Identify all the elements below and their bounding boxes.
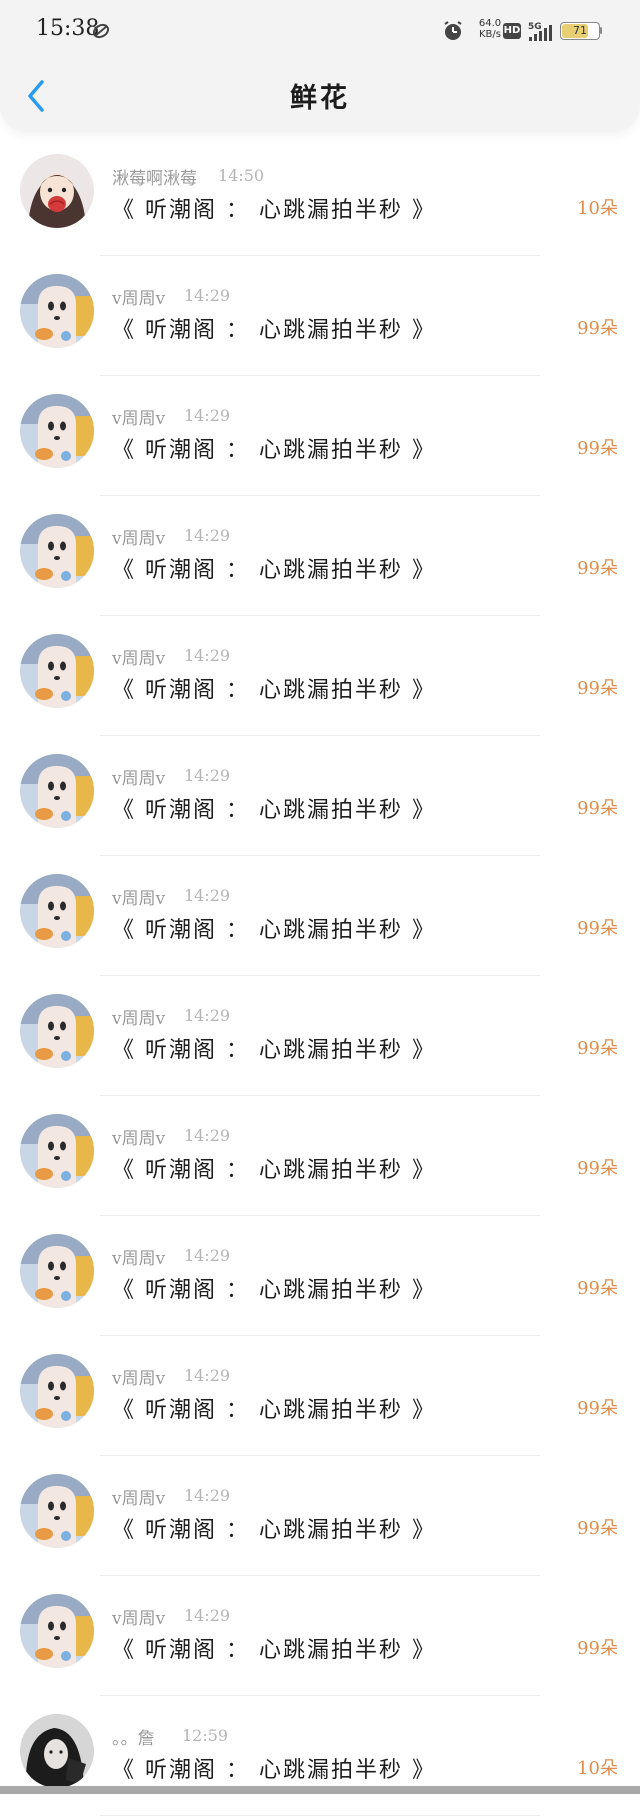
avatar[interactable] xyxy=(20,994,94,1068)
flower-count: 99朵 xyxy=(577,1158,618,1179)
room-name: 《 听潮阁 ： 心跳漏拍半秒 》 xyxy=(112,558,436,583)
sender-name: v周周v xyxy=(112,289,166,309)
flower-count: 99朵 xyxy=(577,1518,618,1539)
status-bar: 15:38 64.0 KB/s HD 5G 71 xyxy=(0,0,640,60)
gift-time: 14:29 xyxy=(184,1486,231,1505)
gift-record-row[interactable]: v周周v 14:29 《 听潮阁 ： 心跳漏拍半秒 》 99朵 xyxy=(0,1456,640,1576)
sender-name: v周周v xyxy=(112,1249,166,1269)
flower-count: 10朵 xyxy=(577,1758,618,1779)
gift-record-list: 湫莓啊湫莓 14:50 《 听潮阁 ： 心跳漏拍半秒 》 10朵 v周周v 14:29 《 … xyxy=(0,136,640,1816)
avatar[interactable] xyxy=(20,1474,94,1548)
sender-name: v周周v xyxy=(112,1369,166,1389)
flower-count: 99朵 xyxy=(577,1398,618,1419)
sender-name: v周周v xyxy=(112,1129,166,1149)
room-name: 《 听潮阁 ： 心跳漏拍半秒 》 xyxy=(112,1158,436,1183)
flower-count: 99朵 xyxy=(577,918,618,939)
battery-icon: 71 xyxy=(560,22,602,40)
gift-time: 14:29 xyxy=(184,646,231,665)
avatar[interactable] xyxy=(20,274,94,348)
room-name: 《 听潮阁 ： 心跳漏拍半秒 》 xyxy=(112,798,436,823)
gift-record-row[interactable]: 湫莓啊湫莓 14:50 《 听潮阁 ： 心跳漏拍半秒 》 10朵 xyxy=(0,136,640,256)
gift-record-row[interactable]: v周周v 14:29 《 听潮阁 ： 心跳漏拍半秒 》 99朵 xyxy=(0,1576,640,1696)
room-name: 《 听潮阁 ： 心跳漏拍半秒 》 xyxy=(112,678,436,703)
sender-name: 湫莓啊湫莓 xyxy=(112,169,197,189)
gift-time: 14:29 xyxy=(184,1126,231,1145)
gift-time: 14:29 xyxy=(184,286,231,305)
gift-time: 14:29 xyxy=(184,526,231,545)
battery-level: 71 xyxy=(573,24,587,37)
gift-record-row[interactable]: v周周v 14:29 《 听潮阁 ： 心跳漏拍半秒 》 99朵 xyxy=(0,376,640,496)
avatar[interactable] xyxy=(20,1234,94,1308)
sender-name: 。。詹 xyxy=(112,1729,155,1749)
gift-record-row[interactable]: v周周v 14:29 《 听潮阁 ： 心跳漏拍半秒 》 99朵 xyxy=(0,736,640,856)
gift-time: 12:59 xyxy=(182,1726,229,1745)
gift-time: 14:29 xyxy=(184,1366,231,1385)
flower-count: 99朵 xyxy=(577,438,618,459)
room-name: 《 听潮阁 ： 心跳漏拍半秒 》 xyxy=(112,1638,436,1663)
room-name: 《 听潮阁 ： 心跳漏拍半秒 》 xyxy=(112,438,436,463)
sender-name: v周周v xyxy=(112,769,166,789)
gift-record-row[interactable]: v周周v 14:29 《 听潮阁 ： 心跳漏拍半秒 》 99朵 xyxy=(0,256,640,376)
gift-record-row[interactable]: v周周v 14:29 《 听潮阁 ： 心跳漏拍半秒 》 99朵 xyxy=(0,1096,640,1216)
avatar[interactable] xyxy=(20,874,94,948)
signal-icon: 5G xyxy=(528,22,552,41)
avatar[interactable] xyxy=(20,754,94,828)
hd-icon: HD xyxy=(503,23,521,39)
sync-icon xyxy=(92,23,110,39)
room-name: 《 听潮阁 ： 心跳漏拍半秒 》 xyxy=(112,1398,436,1423)
avatar[interactable] xyxy=(20,154,94,228)
avatar[interactable] xyxy=(20,1594,94,1668)
room-name: 《 听潮阁 ： 心跳漏拍半秒 》 xyxy=(112,198,436,223)
top-header-panel: 15:38 64.0 KB/s HD 5G 71 鲜花 xyxy=(0,0,640,132)
gift-record-row[interactable]: v周周v 14:29 《 听潮阁 ： 心跳漏拍半秒 》 99朵 xyxy=(0,616,640,736)
avatar[interactable] xyxy=(20,394,94,468)
avatar[interactable] xyxy=(20,1354,94,1428)
flower-count: 99朵 xyxy=(577,678,618,699)
sender-name: v周周v xyxy=(112,529,166,549)
avatar[interactable] xyxy=(20,1714,94,1788)
sender-name: v周周v xyxy=(112,889,166,909)
gift-time: 14:29 xyxy=(184,1246,231,1265)
gift-time: 14:29 xyxy=(184,406,231,425)
gift-time: 14:29 xyxy=(184,1006,231,1025)
flower-count: 99朵 xyxy=(577,1638,618,1659)
gift-time: 14:50 xyxy=(218,166,265,185)
flower-count: 99朵 xyxy=(577,558,618,579)
room-name: 《 听潮阁 ： 心跳漏拍半秒 》 xyxy=(112,318,436,343)
gift-time: 14:29 xyxy=(184,886,231,905)
status-time: 15:38 xyxy=(36,16,100,41)
gift-time: 14:29 xyxy=(184,1606,231,1625)
room-name: 《 听潮阁 ： 心跳漏拍半秒 》 xyxy=(112,1278,436,1303)
gift-record-row[interactable]: v周周v 14:29 《 听潮阁 ： 心跳漏拍半秒 》 99朵 xyxy=(0,976,640,1096)
flower-count: 99朵 xyxy=(577,318,618,339)
room-name: 《 听潮阁 ： 心跳漏拍半秒 》 xyxy=(112,1518,436,1543)
sender-name: v周周v xyxy=(112,1489,166,1509)
flower-count: 99朵 xyxy=(577,1278,618,1299)
room-name: 《 听潮阁 ： 心跳漏拍半秒 》 xyxy=(112,918,436,943)
sender-name: v周周v xyxy=(112,1609,166,1629)
sender-name: v周周v xyxy=(112,1009,166,1029)
gift-record-row[interactable]: v周周v 14:29 《 听潮阁 ： 心跳漏拍半秒 》 99朵 xyxy=(0,1336,640,1456)
network-label: 5G xyxy=(528,22,542,32)
gift-record-row[interactable]: v周周v 14:29 《 听潮阁 ： 心跳漏拍半秒 》 99朵 xyxy=(0,856,640,976)
avatar[interactable] xyxy=(20,1114,94,1188)
room-name: 《 听潮阁 ： 心跳漏拍半秒 》 xyxy=(112,1038,436,1063)
gift-record-row[interactable]: v周周v 14:29 《 听潮阁 ： 心跳漏拍半秒 》 99朵 xyxy=(0,1216,640,1336)
gift-time: 14:29 xyxy=(184,766,231,785)
avatar[interactable] xyxy=(20,634,94,708)
sender-name: v周周v xyxy=(112,649,166,669)
flower-count: 10朵 xyxy=(577,198,618,219)
bottom-edge-bar xyxy=(0,1786,640,1794)
alarm-icon xyxy=(444,21,462,40)
flower-count: 99朵 xyxy=(577,1038,618,1059)
room-name: 《 听潮阁 ： 心跳漏拍半秒 》 xyxy=(112,1758,436,1783)
gift-record-row[interactable]: 。。詹 12:59 《 听潮阁 ： 心跳漏拍半秒 》 10朵 xyxy=(0,1696,640,1816)
gift-record-row[interactable]: v周周v 14:29 《 听潮阁 ： 心跳漏拍半秒 》 99朵 xyxy=(0,496,640,616)
avatar[interactable] xyxy=(20,514,94,588)
page-title: 鲜花 xyxy=(290,83,350,114)
sender-name: v周周v xyxy=(112,409,166,429)
flower-count: 99朵 xyxy=(577,798,618,819)
